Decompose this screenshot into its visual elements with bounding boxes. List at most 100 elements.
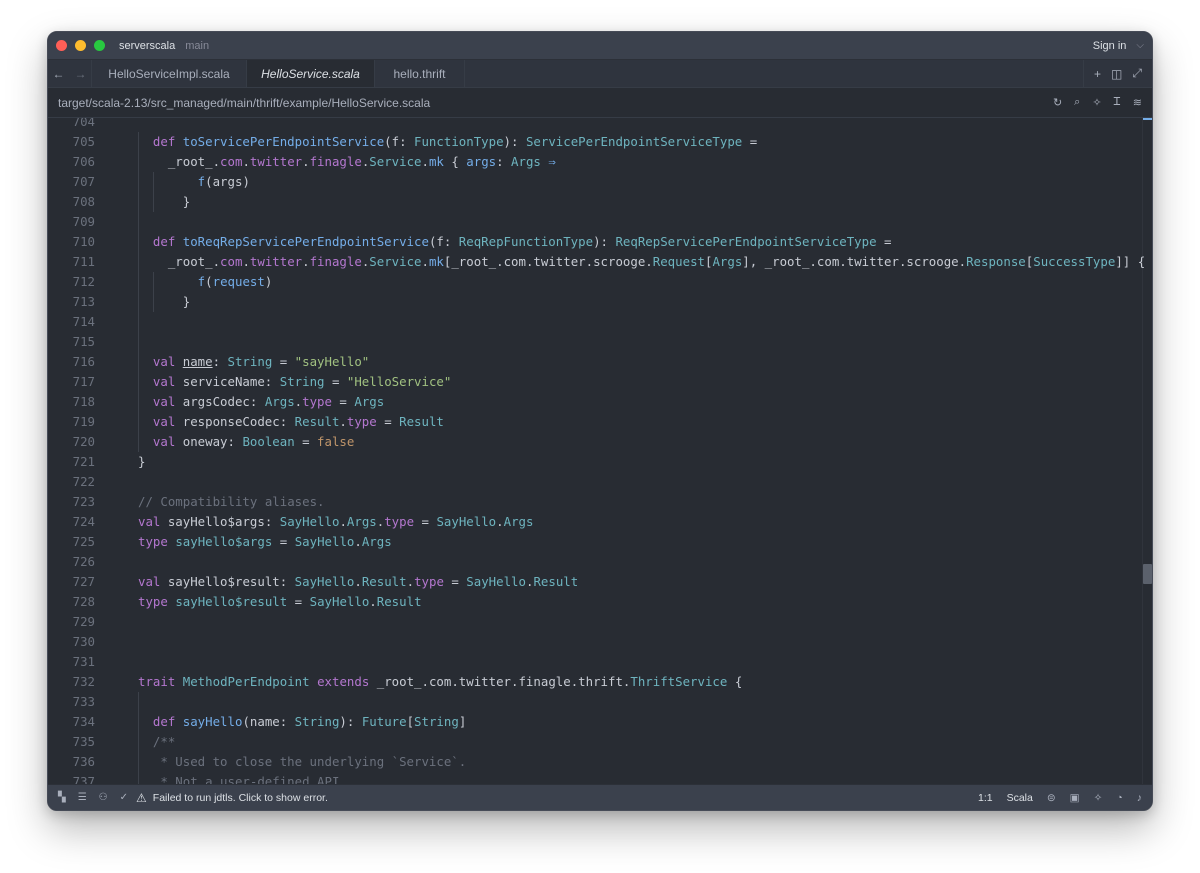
code-line[interactable]: 709 [48,212,1152,232]
code-line[interactable]: 732 trait MethodPerEndpoint extends _root… [48,672,1152,692]
copilot-icon[interactable]: ⊜ [1047,792,1056,804]
code-line[interactable]: 729 [48,612,1152,632]
code-line[interactable]: 713 } [48,292,1152,312]
branch-name[interactable]: main [185,40,209,52]
line-number: 704 [72,118,95,129]
breadcrumb[interactable]: target/scala-2.13/src_managed/main/thrif… [58,96,430,110]
code-token: _root_. [152,254,221,269]
code-token: { [727,674,743,689]
nav-arrows: ← → [48,60,92,87]
sign-in-button[interactable]: Sign in [1093,40,1127,52]
code-line[interactable]: 720 val oneway: Boolean = false [48,432,1152,452]
settings-icon[interactable]: ≋ [1133,96,1142,109]
code-token: Response [966,254,1026,269]
code-token: Result [399,414,444,429]
code-line[interactable]: 722 [48,472,1152,492]
code-editor[interactable]: 704 705 def toServicePerEndpointService(f:… [48,118,1152,786]
code-line[interactable]: 704 [48,118,1152,132]
code-text: def toReqRepServicePerEndpointService(f:… [153,232,892,252]
indent-guide [138,272,139,292]
chevron-down-icon[interactable]: ⌵ [1136,40,1144,51]
chat-icon[interactable]: ◔ [1116,792,1122,804]
tab-helloservice[interactable]: HelloService.scala [247,60,375,87]
cursor-position[interactable]: 1:1 [978,792,993,804]
code-token: SayHello [294,534,355,549]
bell-icon[interactable]: ♪ [1137,792,1142,804]
code-token: trait [138,674,183,689]
text-cursor-icon[interactable]: Ꮖ [1114,96,1121,109]
error-message[interactable]: Failed to run jdtls. Click to show error… [153,792,328,804]
code-token: Result [376,594,422,609]
back-arrow-icon[interactable]: ← [53,67,65,81]
assistant-panel-icon[interactable]: ✧ [1094,792,1103,804]
code-line[interactable]: 707 f(args) [48,172,1152,192]
code-token: Service [369,254,422,269]
code-line[interactable]: 717 val serviceName: String = "HelloServi… [48,372,1152,392]
outline-icon[interactable]: ☰ [78,792,87,803]
project-panel-icon[interactable]: ▚ [58,792,66,803]
indent-guide [138,132,139,152]
collab-icon[interactable]: ⚇ [99,792,108,803]
code-line[interactable]: 728 type sayHello$result = SayHello.Resul… [48,592,1152,612]
close-window-button[interactable] [56,40,67,51]
split-pane-icon[interactable]: ◫ [1111,67,1122,81]
code-line[interactable]: 730 [48,632,1152,652]
tab-hello-thrift[interactable]: hello.thrift [375,60,465,87]
line-number: 718 [72,394,95,409]
lsp-error[interactable]: ⚠ Failed to run jdtls. Click to show err… [136,791,328,805]
code-token: Result [361,574,407,589]
code-token: . [369,594,377,609]
code-line[interactable]: 712 f(request) [48,272,1152,292]
code-token: = [742,134,758,149]
code-line[interactable]: 719 val responseCodec: Result.type = Resu… [48,412,1152,432]
code-line[interactable]: 733 [48,692,1152,712]
check-icon[interactable]: ✓ [120,792,128,803]
terminal-icon[interactable]: ▣ [1070,792,1080,804]
code-token: extends [317,674,370,689]
code-token: args [466,154,497,169]
code-line[interactable]: 736 * Used to close the underlying `Serv… [48,752,1152,772]
line-number: 721 [72,454,95,469]
code-token: "sayHello" [294,354,370,369]
code-text: trait MethodPerEndpoint extends _root_.c… [138,672,742,692]
forward-arrow-icon[interactable]: → [75,67,87,81]
status-right: 1:1 Scala ⊜ ▣ ✧ ◔ ♪ [978,792,1142,804]
language-selector[interactable]: Scala [1007,792,1033,804]
code-line[interactable]: 721} [48,452,1152,472]
tab-helloserviceimpl[interactable]: HelloServiceImpl.scala [92,60,247,87]
line-number: 728 [72,594,95,609]
code-line[interactable]: 710 def toReqRepServicePerEndpointService… [48,232,1152,252]
code-line[interactable]: 716 val name: String = "sayHello" [48,352,1152,372]
code-token: String [279,374,325,389]
code-line[interactable]: 735 /** [48,732,1152,752]
code-line[interactable]: 705 def toServicePerEndpointService(f: Fu… [48,132,1152,152]
code-line[interactable]: 714 [48,312,1152,332]
tab-bar: ← → HelloServiceImpl.scala HelloService.… [48,60,1152,88]
code-line[interactable]: 718 val argsCodec: Args.type = Args [48,392,1152,412]
code-token: type [346,414,377,429]
project-name[interactable]: serverscala [119,40,175,52]
code-token: ReqRepFunctionType [458,234,594,249]
assistant-icon[interactable]: ✧ [1092,96,1101,109]
code-line[interactable]: 708 } [48,192,1152,212]
code-line[interactable]: 725 type sayHello$args = SayHello.Args [48,532,1152,552]
zoom-window-button[interactable] [94,40,105,51]
minimize-window-button[interactable] [75,40,86,51]
code-line[interactable]: 723 // Compatibility aliases. [48,492,1152,512]
refresh-icon[interactable]: ↻ [1053,96,1062,109]
indent-guide [152,272,154,292]
code-text: val sayHello$args: SayHello.Args.type = … [138,512,533,532]
code-line[interactable]: 724 val sayHello$args: SayHello.Args.type… [48,512,1152,532]
code-token: : [212,354,228,369]
code-line[interactable]: 715 [48,332,1152,352]
expand-icon[interactable]: ⤢ [1132,66,1142,81]
code-line[interactable]: 706 _root_.com.twitter.finagle.Service.m… [48,152,1152,172]
search-icon[interactable]: ⌕ [1074,96,1080,109]
code-line[interactable]: 726 [48,552,1152,572]
plus-icon[interactable]: + [1094,67,1101,81]
code-token: = [376,414,400,429]
code-line[interactable]: 731 [48,652,1152,672]
code-line[interactable]: 727 val sayHello$result: SayHello.Result.… [48,572,1152,592]
code-line[interactable]: 711 _root_.com.twitter.finagle.Service.m… [48,252,1152,272]
code-line[interactable]: 734 def sayHello(name: String): Future[St… [48,712,1152,732]
